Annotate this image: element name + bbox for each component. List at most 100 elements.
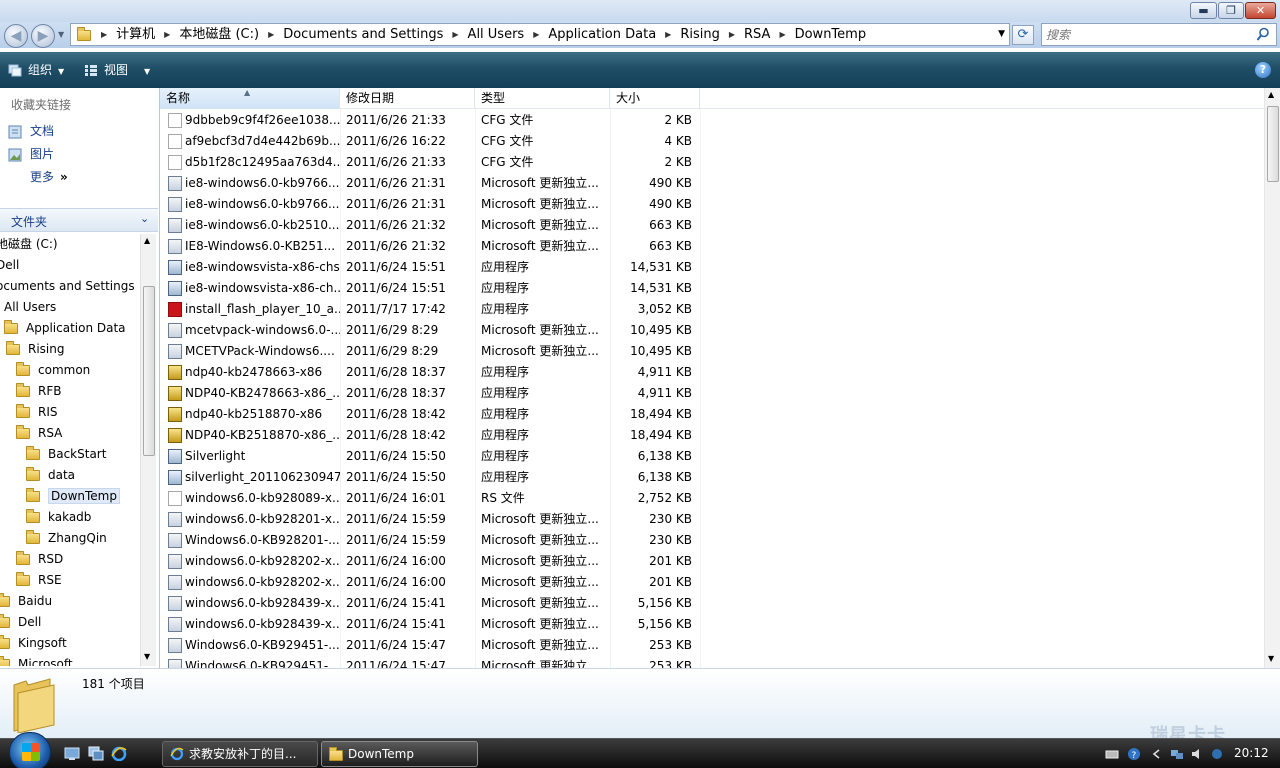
start-button[interactable] [9, 732, 51, 768]
scroll-up-icon[interactable]: ▲ [1268, 90, 1274, 99]
tree-item[interactable]: ocuments and Settings [0, 276, 135, 297]
tree-item[interactable]: Microsoft [0, 654, 73, 666]
minimize-button[interactable]: ▬ [1190, 2, 1217, 19]
favorite-pictures[interactable]: 图片 [8, 145, 54, 163]
tree-item[interactable]: Rising [6, 339, 64, 360]
tray-expand-icon[interactable] [1150, 747, 1164, 761]
favorite-documents[interactable]: 文档 [8, 122, 54, 140]
column-header-date[interactable]: 修改日期 [340, 88, 475, 109]
breadcrumb-item[interactable]: 计算机 [113, 24, 158, 45]
file-row[interactable]: windows6.0-kb928202-x... 2011/6/24 16:00 M… [160, 572, 700, 593]
taskbar-item-browser[interactable]: 求教安放补丁的目... [162, 741, 318, 767]
address-bar[interactable]: ▶ 计算机 ▶ 本地磁盘 (C:) ▶ Documents and Settings ▶ Al… [70, 23, 1010, 46]
keyboard-icon[interactable] [1105, 747, 1119, 761]
file-row[interactable]: Windows6.0-KB929451-... 2011/6/24 15:47 Mi… [160, 635, 700, 656]
tree-item[interactable]: RSD [16, 549, 63, 570]
file-row[interactable]: Silverlight 2011/6/24 15:50 应用程序 6,138 KB [160, 446, 700, 467]
file-row[interactable]: NDP40-KB2478663-x86_... 2011/6/28 18:37 应用… [160, 383, 700, 404]
file-row[interactable]: ie8-windows6.0-kb9766... 2011/6/26 21:31 M… [160, 173, 700, 194]
file-row[interactable]: windows6.0-kb928439-x... 2011/6/24 15:41 M… [160, 614, 700, 635]
file-row[interactable]: ie8-windowsvista-x86-ch... 2011/6/24 15:5… [160, 278, 700, 299]
help-button[interactable]: ? [1255, 62, 1271, 78]
volume-icon[interactable] [1190, 747, 1204, 761]
tree-item[interactable]: All Users [4, 297, 56, 318]
breadcrumb-chevron-icon[interactable]: ▶ [95, 24, 113, 45]
file-row[interactable]: ie8-windowsvista-x86-chs 2011/6/24 15:51 应… [160, 257, 700, 278]
breadcrumb-chevron-icon[interactable]: ▶ [773, 24, 791, 45]
breadcrumb-chevron-icon[interactable]: ▶ [723, 24, 741, 45]
maximize-button[interactable]: ❐ [1218, 2, 1244, 19]
breadcrumb-item[interactable]: RSA [741, 24, 773, 45]
column-header-size[interactable]: 大小 [610, 88, 700, 109]
antivirus-tray-icon[interactable] [1210, 747, 1224, 761]
file-row[interactable]: mcetvpack-windows6.0-... 2011/6/29 8:29 Mi… [160, 320, 700, 341]
scroll-up-icon[interactable]: ▲ [144, 236, 150, 245]
close-button[interactable]: ✕ [1245, 2, 1276, 19]
folders-header[interactable]: 文件夹 ⌄ [0, 208, 158, 232]
refresh-button[interactable]: ⟳ [1012, 25, 1034, 45]
breadcrumb-chevron-icon[interactable]: ▶ [158, 24, 176, 45]
tree-item[interactable]: Dell [0, 612, 41, 633]
favorites-more-link[interactable]: 更多 » [30, 168, 68, 185]
tree-item[interactable]: kakadb [26, 507, 91, 528]
tree-item[interactable]: common [16, 360, 90, 381]
file-row[interactable]: Windows6.0-KB929451-... 2011/6/24 15:47 Mi… [160, 656, 700, 668]
show-desktop-icon[interactable] [64, 746, 80, 761]
file-row[interactable]: 9dbbeb9c9f4f26ee1038... 2011/6/26 21:33 CF… [160, 110, 700, 131]
taskbar-item-explorer[interactable]: DownTemp [321, 741, 478, 767]
scroll-down-icon[interactable]: ▼ [144, 652, 150, 661]
breadcrumb-chevron-icon[interactable]: ▶ [659, 24, 677, 45]
breadcrumb-item[interactable]: All Users [465, 24, 528, 45]
tree-item[interactable]: data [26, 465, 75, 486]
tree-item[interactable]: 地磁盘 (C:) [0, 234, 58, 255]
breadcrumb-chevron-icon[interactable]: ▶ [262, 24, 280, 45]
file-row[interactable]: MCETVPack-Windows6.... 2011/6/29 8:29 Micr… [160, 341, 700, 362]
file-row[interactable]: NDP40-KB2518870-x86_... 2011/6/28 18:42 应用… [160, 425, 700, 446]
scroll-thumb[interactable] [143, 286, 155, 456]
network-icon[interactable] [1170, 747, 1184, 761]
file-row[interactable]: IE8-Windows6.0-KB251... 2011/6/26 21:32 Mi… [160, 236, 700, 257]
breadcrumb-item[interactable]: Rising [677, 24, 723, 45]
search-icon[interactable] [1256, 27, 1270, 42]
tree-item[interactable]: Dell [0, 255, 19, 276]
forward-button[interactable]: ▶ [31, 24, 55, 48]
file-list-scrollbar[interactable]: ▲ ▼ [1264, 88, 1280, 668]
scroll-thumb[interactable] [1267, 106, 1279, 182]
file-row[interactable]: windows6.0-kb928201-x... 2011/6/24 15:59 M… [160, 509, 700, 530]
address-history-dropdown[interactable]: ▼ [998, 29, 1005, 39]
tree-item[interactable]: DownTemp [26, 486, 120, 507]
tree-item[interactable]: Baidu [0, 591, 52, 612]
help-tray-icon[interactable]: ? [1127, 747, 1141, 761]
scroll-down-icon[interactable]: ▼ [1268, 654, 1274, 663]
clock[interactable]: 20:12 [1234, 746, 1269, 760]
file-row[interactable]: d5b1f28c12495aa763d4... 2011/6/26 21:33 CF… [160, 152, 700, 173]
tree-item[interactable]: RSE [16, 570, 62, 591]
file-row[interactable]: ndp40-kb2478663-x86 2011/6/28 18:37 应用程序 4,… [160, 362, 700, 383]
file-row[interactable]: silverlight_201106230947 2011/6/24 15:50 应… [160, 467, 700, 488]
recent-pages-dropdown[interactable]: ▼ [58, 30, 64, 39]
tree-item[interactable]: ZhangQin [26, 528, 107, 549]
tree-scrollbar[interactable]: ▲ ▼ [140, 234, 156, 666]
organize-button[interactable]: 组织 ▼ [8, 61, 64, 79]
breadcrumb-item[interactable]: DownTemp [792, 24, 869, 45]
column-header-name[interactable]: 名称 ▲ [160, 88, 340, 109]
search-input[interactable] [1046, 26, 1246, 43]
file-row[interactable]: windows6.0-kb928089-x... 2011/6/24 16:01 R… [160, 488, 700, 509]
search-box[interactable] [1041, 23, 1277, 46]
file-row[interactable]: windows6.0-kb928439-x... 2011/6/24 15:41 M… [160, 593, 700, 614]
tree-item[interactable]: RFB [16, 381, 61, 402]
breadcrumb-item[interactable]: 本地磁盘 (C:) [176, 24, 262, 45]
tree-item[interactable]: RIS [16, 402, 58, 423]
switch-windows-icon[interactable] [88, 746, 104, 761]
file-row[interactable]: install_flash_player_10_a... 2011/7/17 17… [160, 299, 700, 320]
breadcrumb-chevron-icon[interactable]: ▶ [527, 24, 545, 45]
file-row[interactable]: Windows6.0-KB928201-... 2011/6/24 15:59 Mi… [160, 530, 700, 551]
view-button[interactable]: 视图 ▼ [84, 61, 150, 79]
back-button[interactable]: ◀ [4, 24, 28, 48]
file-row[interactable]: af9ebcf3d7d4e442b69b... 2011/6/26 16:22 CF… [160, 131, 700, 152]
tree-item[interactable]: BackStart [26, 444, 106, 465]
breadcrumb-item[interactable]: Documents and Settings [280, 24, 446, 45]
internet-explorer-icon[interactable] [111, 746, 127, 761]
file-row[interactable]: ie8-windows6.0-kb9766... 2011/6/26 21:31 M… [160, 194, 700, 215]
breadcrumb-chevron-icon[interactable]: ▶ [446, 24, 464, 45]
